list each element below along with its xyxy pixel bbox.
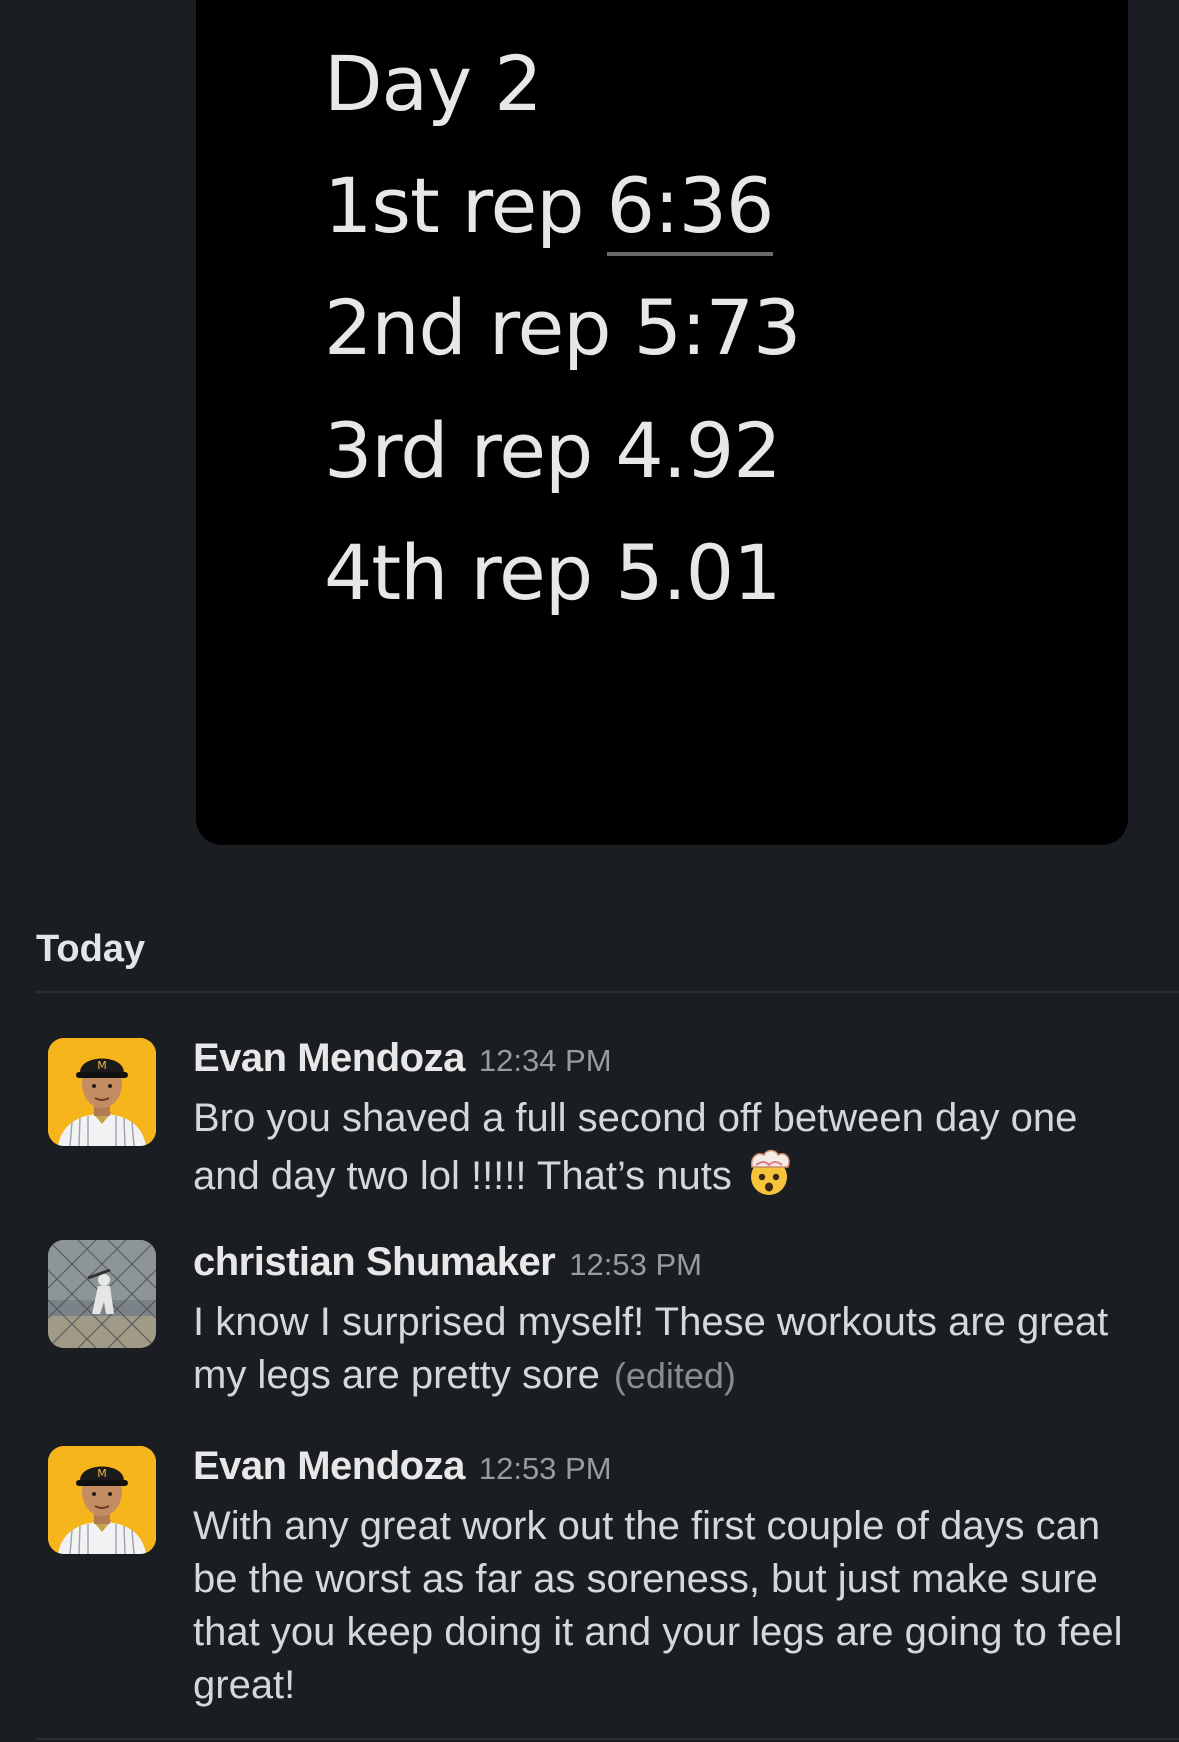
message-timestamp[interactable]: 12:34 PM xyxy=(479,1043,612,1079)
avatar[interactable]: M xyxy=(48,1038,156,1146)
message-text: Bro you shaved a full second off between… xyxy=(193,1096,1078,1199)
message-body: christian Shumaker 12:53 PM I know I sur… xyxy=(193,1240,1153,1402)
message-text: I know I surprised myself! These workout… xyxy=(193,1300,1109,1397)
note-time-link: 6:36 xyxy=(606,161,774,256)
sender-name[interactable]: christian Shumaker xyxy=(193,1240,556,1285)
svg-text:M: M xyxy=(97,1467,107,1480)
player-headshot-icon: M xyxy=(48,1446,156,1554)
avatar[interactable] xyxy=(48,1240,156,1348)
avatar[interactable]: M xyxy=(48,1446,156,1554)
bottom-divider-line xyxy=(36,1738,1179,1740)
note-line-day: Day 2 xyxy=(324,39,543,128)
edited-label: (edited) xyxy=(613,1355,736,1396)
svg-text:M: M xyxy=(97,1059,107,1072)
sender-name[interactable]: Evan Mendoza xyxy=(193,1444,465,1489)
message-timestamp[interactable]: 12:53 PM xyxy=(569,1247,702,1283)
message-timestamp[interactable]: 12:53 PM xyxy=(479,1451,612,1487)
note-line-rep-2: 2nd rep 5:73 xyxy=(324,283,801,372)
baseball-field-photo-icon xyxy=(48,1240,156,1348)
day-divider-label[interactable]: Today xyxy=(36,928,145,971)
message-body: Evan Mendoza 12:34 PM Bro you shaved a f… xyxy=(193,1036,1153,1203)
exploding-head-emoji-icon xyxy=(742,1145,796,1199)
note-line-rep-3: 3rd rep 4.92 xyxy=(324,406,782,495)
note-line-rep-4: 4th rep 5.01 xyxy=(324,528,781,617)
message-body: Evan Mendoza 12:53 PM With any great wor… xyxy=(193,1444,1153,1712)
player-headshot-icon: M xyxy=(48,1038,156,1146)
image-attachment[interactable]: Day 2 1st rep 6:36 2nd rep 5:73 3rd rep … xyxy=(196,0,1128,845)
message-text: With any great work out the first couple… xyxy=(193,1504,1123,1707)
sender-name[interactable]: Evan Mendoza xyxy=(193,1036,465,1081)
day-divider-line xyxy=(36,991,1179,993)
note-line-rep-1: 1st rep 6:36 xyxy=(324,161,774,256)
